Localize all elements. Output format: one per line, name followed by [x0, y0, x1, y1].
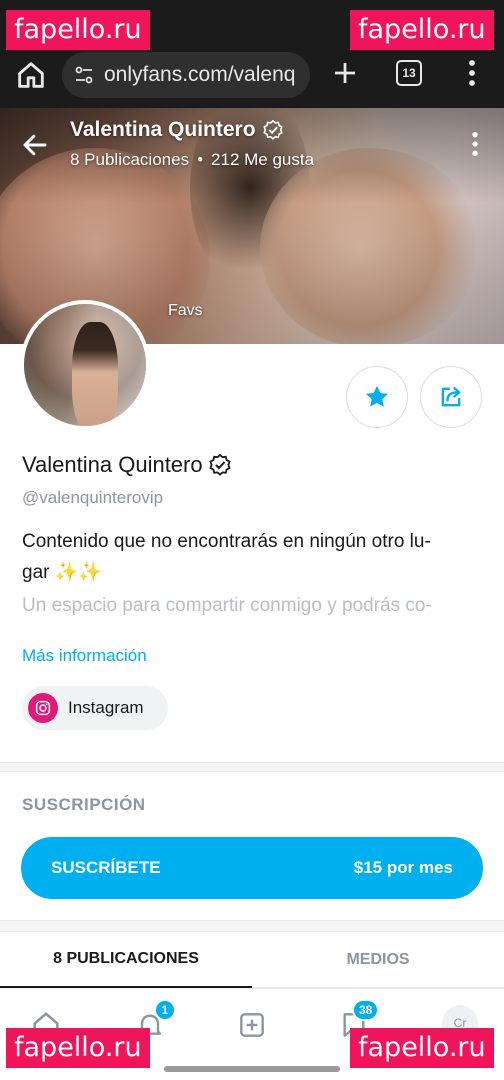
favorite-button[interactable]: [346, 366, 408, 428]
subscription-title: SUSCRIPCIÓN: [22, 795, 146, 814]
tabs-icon[interactable]: 13: [396, 60, 422, 86]
avatar-figure: [72, 322, 118, 426]
subscribe-label: SUSCRÍBETE: [51, 858, 161, 877]
subscribe-price: $15 por mes: [353, 858, 453, 877]
gesture-bar: [164, 1066, 340, 1072]
watermark: fapello.ru: [350, 1028, 494, 1068]
browser-toolbar: onlyfans.com/valenq 13: [0, 44, 504, 108]
bio-faded-line: Un espacio para compartir conmigo y podr…: [22, 595, 432, 616]
share-button[interactable]: [420, 366, 482, 428]
watermark: fapello.ru: [6, 1028, 150, 1068]
profile-name: Valentina Quintero: [22, 452, 232, 478]
cover-profile-name: Valentina Quintero: [70, 118, 284, 142]
nav-add-post[interactable]: [232, 1005, 272, 1045]
profile-name-text: Valentina Quintero: [22, 452, 203, 477]
url-text: onlyfans.com/valenq: [104, 63, 296, 86]
home-icon[interactable]: [14, 58, 48, 92]
section-divider: [0, 762, 504, 772]
bio-line: gar ✨✨: [22, 562, 103, 583]
verified-icon: [262, 119, 283, 140]
bio-line: Contenido que no encontrarás en ningún o…: [22, 531, 431, 552]
bio: Contenido que no encontrarás en ningún o…: [22, 526, 484, 588]
section-divider: [0, 920, 504, 932]
star-icon: [365, 385, 389, 407]
content-tabs: 8 PUBLICACIONES MEDIOS: [0, 932, 504, 988]
favs-label: Favs: [168, 302, 203, 319]
instagram-icon: [28, 693, 58, 723]
cover-name-text: Valentina Quintero: [70, 118, 256, 141]
instagram-label: Instagram: [68, 698, 144, 717]
plus-icon[interactable]: [330, 58, 360, 88]
tab-posts[interactable]: 8 PUBLICACIONES: [0, 932, 252, 988]
profile-handle: @valenquinterovip: [22, 488, 164, 507]
tune-icon[interactable]: [72, 63, 96, 87]
share-icon: [441, 387, 461, 407]
subscribe-button[interactable]: SUSCRÍBETE $15 por mes: [21, 837, 483, 899]
more-info-link[interactable]: Más información: [22, 646, 147, 666]
messages-badge: 38: [352, 999, 380, 1021]
likes-count: 212 Me gusta: [211, 150, 315, 169]
back-arrow-icon[interactable]: [20, 130, 50, 160]
add-post-icon: [240, 1013, 264, 1037]
verified-icon: [209, 453, 231, 476]
more-vert-icon[interactable]: [462, 58, 482, 88]
address-bar[interactable]: onlyfans.com/valenq: [62, 52, 310, 98]
more-vert-icon[interactable]: [468, 130, 482, 158]
watermark: fapello.ru: [350, 10, 494, 50]
tab-media[interactable]: MEDIOS: [252, 932, 504, 988]
instagram-link[interactable]: Instagram: [22, 686, 168, 730]
notifications-badge: 1: [154, 999, 176, 1021]
posts-count: 8 Publicaciones: [70, 150, 190, 169]
watermark: fapello.ru: [6, 10, 150, 50]
avatar[interactable]: [20, 300, 150, 430]
stats-separator: •: [197, 150, 204, 169]
cover-stats: 8 Publicaciones • 212 Me gusta: [70, 150, 314, 170]
